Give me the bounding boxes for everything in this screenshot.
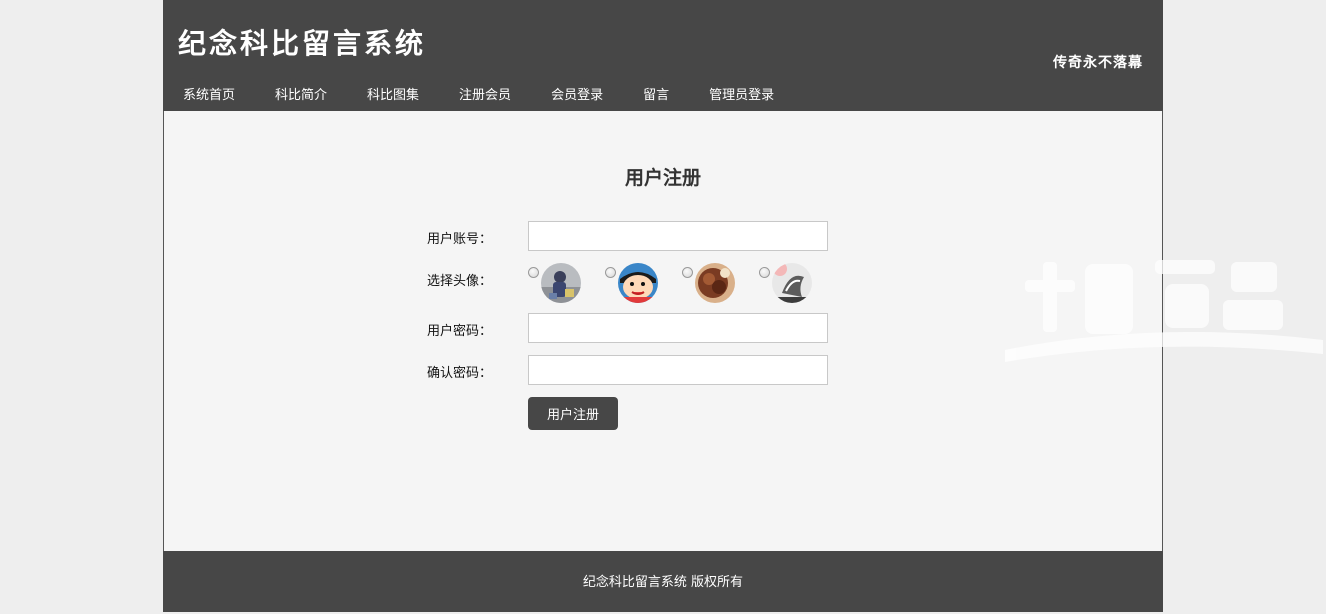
form-title: 用户注册	[624, 167, 701, 189]
avatar-option-4[interactable]	[759, 263, 836, 303]
password-input[interactable]	[528, 313, 828, 343]
confirm-password-label: 确认密码：	[427, 366, 493, 381]
avatar-options	[528, 263, 836, 303]
avatar-image-2[interactable]	[618, 263, 658, 303]
watermark-logo	[1005, 260, 1323, 362]
register-submit-button[interactable]: 用户注册	[528, 397, 618, 430]
nav-item-login[interactable]: 会员登录	[531, 80, 623, 111]
avatar-radio-1[interactable]	[528, 267, 539, 278]
avatar-radio-3[interactable]	[682, 267, 693, 278]
nav-item-intro[interactable]: 科比简介	[255, 80, 347, 111]
nav-item-admin-login[interactable]: 管理员登录	[689, 80, 794, 111]
nav-item-register[interactable]: 注册会员	[439, 80, 531, 111]
avatar-option-3[interactable]	[682, 263, 759, 303]
site-header: 纪念科比留言系统 传奇永不落幕 系统首页 科比简介 科比图集 注册会员 会员登录…	[163, 0, 1163, 111]
avatar-option-1[interactable]	[528, 263, 605, 303]
account-input[interactable]	[528, 221, 828, 251]
nav-item-gallery[interactable]: 科比图集	[347, 80, 439, 111]
account-label: 用户账号：	[427, 232, 493, 247]
avatar-option-2[interactable]	[605, 263, 682, 303]
avatar-image-3[interactable]	[695, 263, 735, 303]
site-slogan: 传奇永不落幕	[1053, 55, 1143, 71]
main-nav: 系统首页 科比简介 科比图集 注册会员 会员登录 留言 管理员登录	[163, 80, 794, 111]
site-title: 纪念科比留言系统	[178, 27, 427, 60]
site-footer: 纪念科比留言系统 版权所有	[163, 551, 1163, 612]
nav-item-home[interactable]: 系统首页	[163, 80, 255, 111]
avatar-image-4[interactable]	[772, 263, 812, 303]
avatar-radio-2[interactable]	[605, 267, 616, 278]
avatar-radio-4[interactable]	[759, 267, 770, 278]
footer-copyright: 纪念科比留言系统 版权所有	[582, 575, 744, 590]
nav-item-message[interactable]: 留言	[623, 80, 689, 111]
password-label: 用户密码：	[427, 324, 493, 339]
avatar-image-1[interactable]	[541, 263, 581, 303]
confirm-password-input[interactable]	[528, 355, 828, 385]
avatar-label: 选择头像：	[427, 274, 493, 289]
